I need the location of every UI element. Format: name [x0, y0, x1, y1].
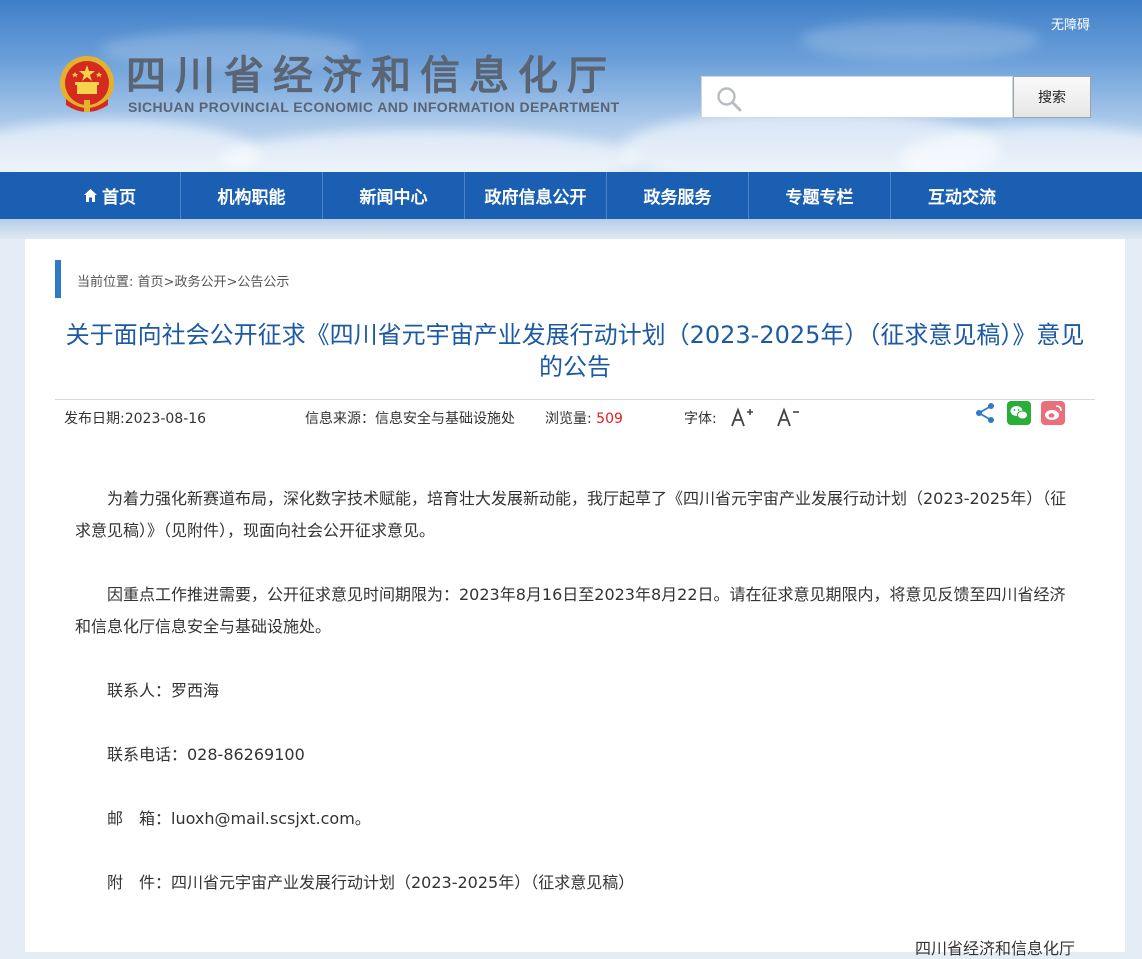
meta-divider	[55, 399, 1095, 400]
font-decrease-icon[interactable]	[776, 406, 800, 428]
nav-item-topics[interactable]: 专题专栏	[749, 172, 891, 219]
publish-date: 发布日期:2023-08-16	[64, 411, 207, 427]
nav-shadow-band	[0, 219, 1142, 239]
cloud-decoration	[800, 20, 1040, 60]
nav-item-label: 政府信息公开	[484, 188, 587, 208]
nav-item-label: 机构职能	[217, 188, 286, 208]
breadcrumb-accent-bar	[55, 260, 61, 298]
cloud-decoration	[0, 120, 260, 172]
national-emblem-icon	[60, 56, 114, 112]
contact-email: 邮 箱：luoxh@mail.scsjxt.com。	[107, 809, 371, 828]
nav-item-label: 专题专栏	[785, 188, 854, 208]
search-button[interactable]: 搜索	[1013, 76, 1091, 118]
view-count: 浏览量: 509	[545, 408, 623, 428]
article-body: 为着力强化新赛道布局，深化数字技术赋能，培育壮大发展新动能，我厅起草了《四川省元…	[75, 483, 1077, 931]
breadcrumb-link-gov-affairs[interactable]: 政务公开	[174, 275, 226, 290]
content-panel: 当前位置: 首页>政务公开>公告公示 关于面向社会公开征求《四川省元宇宙产业发展…	[25, 239, 1125, 958]
source-value: 信息安全与基础设施处	[375, 411, 515, 427]
search-input[interactable]	[750, 83, 1009, 113]
info-source: 信息来源：信息安全与基础设施处	[305, 408, 515, 428]
nav-item-interaction[interactable]: 互动交流	[891, 172, 1033, 219]
search-box	[701, 76, 1013, 118]
contact-phone: 联系电话：028-86269100	[107, 745, 305, 764]
contact-person: 联系人：罗西海	[107, 681, 220, 700]
article-title: 关于面向社会公开征求《四川省元宇宙产业发展行动计划（2023-2025年）（征求…	[65, 321, 1085, 381]
org-name-cn: 四川省经济和信息化厅	[126, 53, 616, 99]
nav-item-label: 政务服务	[643, 188, 712, 208]
site-header: 无障碍 四川省经济和信息化厅 SICHUAN PROVINCIAL ECONOM…	[0, 0, 1142, 172]
nav-item-news[interactable]: 新闻中心	[323, 172, 465, 219]
breadcrumb-separator: >	[163, 275, 175, 290]
font-increase-icon[interactable]	[730, 406, 754, 428]
nav-item-home[interactable]: 首页	[39, 172, 181, 219]
article-signature: 四川省经济和信息化厅	[915, 939, 1076, 958]
views-value: 509	[596, 411, 623, 427]
breadcrumb-prefix: 当前位置:	[77, 275, 138, 290]
font-size-label: 字体:	[684, 411, 717, 427]
accessibility-link[interactable]: 无障碍	[1051, 14, 1090, 33]
breadcrumb-link-home[interactable]: 首页	[138, 275, 164, 290]
nav-item-services[interactable]: 政务服务	[607, 172, 749, 219]
nav-item-label: 首页	[102, 188, 136, 208]
main-nav: 首页 机构职能 新闻中心 政府信息公开 政务服务 专题专栏 互动交流	[0, 172, 1142, 219]
attachment-line[interactable]: 附 件：四川省元宇宙产业发展行动计划（2023-2025年）（征求意见稿）	[75, 867, 1077, 899]
article-paragraph: 为着力强化新赛道布局，深化数字技术赋能，培育壮大发展新动能，我厅起草了《四川省元…	[75, 489, 1067, 540]
org-name-en: SICHUAN PROVINCIAL ECONOMIC AND INFORMAT…	[128, 99, 620, 115]
weibo-icon[interactable]	[1041, 401, 1065, 425]
search-icon	[717, 87, 742, 112]
share-icon[interactable]	[973, 401, 997, 425]
cloud-decoration	[220, 130, 640, 172]
nav-item-label: 互动交流	[928, 188, 996, 208]
wechat-icon[interactable]	[1007, 401, 1031, 425]
nav-item-gov-info[interactable]: 政府信息公开	[465, 172, 607, 219]
breadcrumb-separator: >	[226, 275, 238, 290]
nav-item-functions[interactable]: 机构职能	[181, 172, 323, 219]
home-icon	[84, 189, 97, 202]
article-paragraph: 因重点工作推进需要，公开征求意见时间期限为：2023年8月16日至2023年8月…	[75, 585, 1066, 636]
breadcrumb-link-notices[interactable]: 公告公示	[237, 275, 289, 290]
source-label: 信息来源：	[305, 411, 375, 427]
nav-item-label: 新闻中心	[359, 188, 428, 208]
views-label: 浏览量:	[545, 411, 597, 427]
breadcrumb: 当前位置: 首页>政务公开>公告公示	[77, 271, 289, 290]
